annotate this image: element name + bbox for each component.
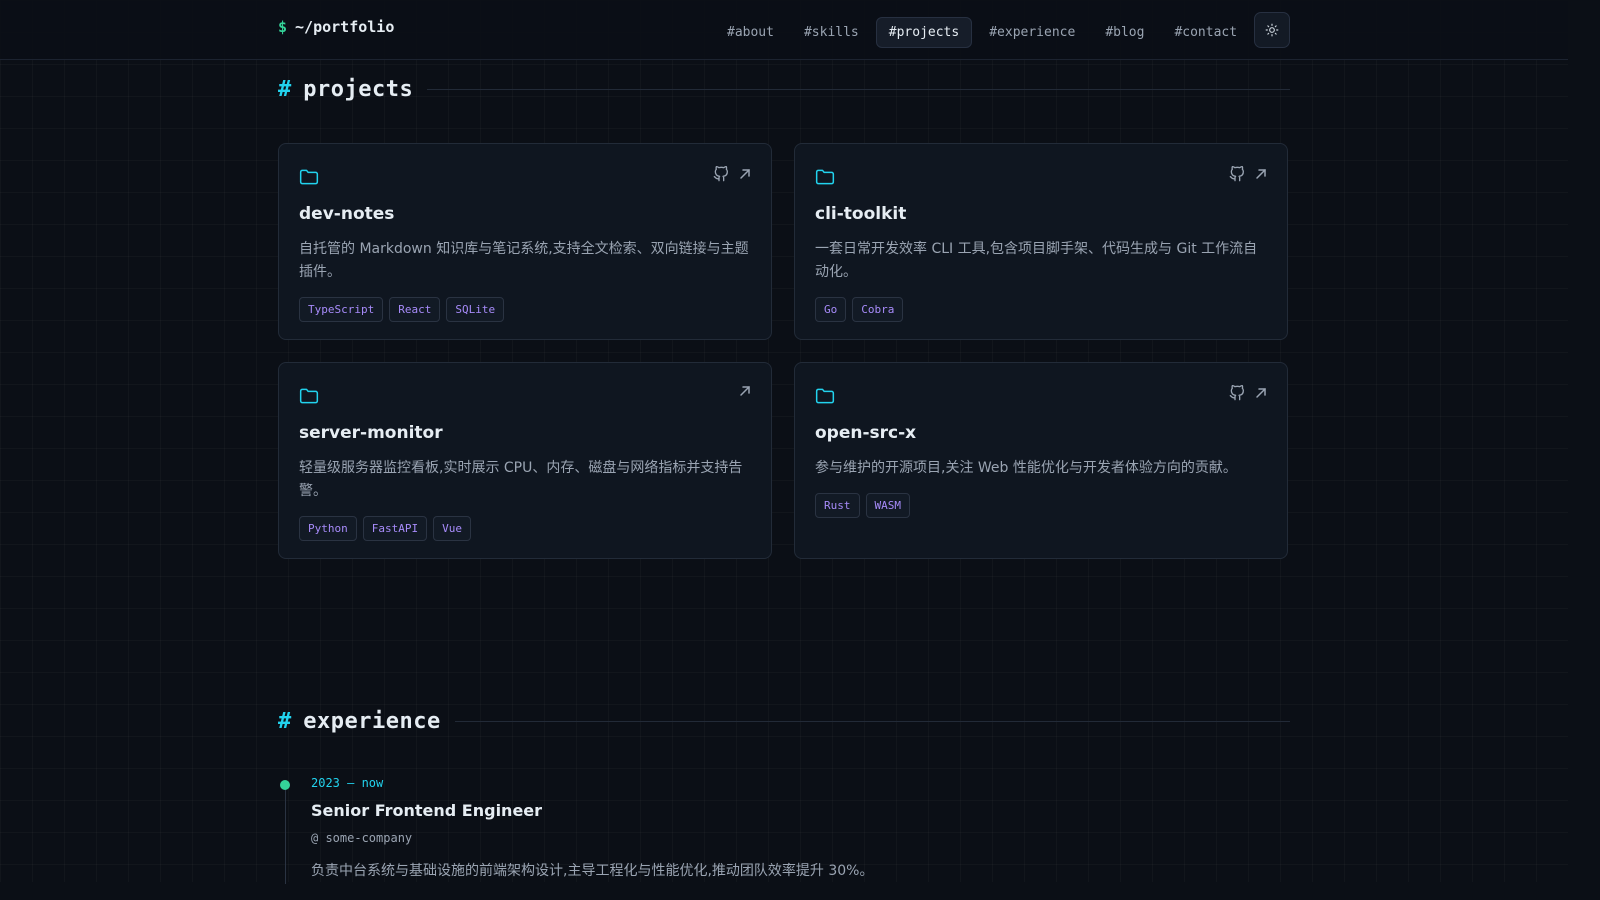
experience-period: 2023 — now [311,776,384,790]
nav-item-projects[interactable]: #projects [875,17,973,48]
project-description: 一套日常开发效率 CLI 工具,包含项目脚手架、代码生成与 Git 工作流自动化… [815,241,1258,280]
experience-heading: # experience [278,706,1290,736]
tech-tag: Vue [433,516,471,541]
projects-hash: # [278,76,292,102]
experience-company: @ some-company [311,831,413,845]
timeline-line [285,784,286,884]
nav-item-about[interactable]: #about [714,17,787,48]
external-link-icon[interactable] [1255,387,1267,399]
tag-list: Rust WASM [815,493,910,518]
projects-title: projects [303,76,414,102]
experience-title: experience [303,708,441,734]
sun-icon [1265,23,1279,37]
theme-toggle-button[interactable] [1254,12,1290,48]
folder-icon [299,168,319,190]
timeline-dot [280,780,290,790]
github-icon[interactable] [713,166,729,182]
tech-tag: Cobra [852,297,904,322]
experience-divider [454,720,1290,722]
tech-tag: TypeScript [299,297,384,322]
project-description: 参与维护的开源项目,关注 Web 性能优化与开发者体验方向的贡献。 [815,460,1237,476]
tag-list: Go Cobra [815,297,904,322]
project-name: cli-toolkit [815,204,907,224]
tech-tag: FastAPI [362,516,428,541]
projects-divider [427,88,1290,90]
experience-hash: # [278,708,292,734]
projects-heading: # projects [278,74,1290,104]
external-link-icon[interactable] [739,168,751,180]
top-navbar: $ ~/portfolio #about #skills #projects #e… [0,0,1568,60]
folder-icon [815,168,835,190]
tech-tag: Python [299,516,357,541]
project-name: server-monitor [299,423,443,443]
project-card-open-src-x[interactable]: open-src-x 参与维护的开源项目,关注 Web 性能优化与开发者体验方向… [794,362,1288,559]
tech-tag: SQLite [446,297,505,322]
github-icon[interactable] [1229,385,1245,401]
tech-tag: Rust [815,493,860,518]
tag-list: Python FastAPI Vue [299,516,471,541]
main-nav: #about #skills #projects #experience #bl… [714,17,1250,48]
site-logo[interactable]: $ ~/portfolio [278,18,394,36]
project-card-server-monitor[interactable]: server-monitor 轻量级服务器监控看板,实时展示 CPU、内存、磁盘… [278,362,772,559]
tag-list: TypeScript React SQLite [299,297,505,322]
tech-tag: Go [815,297,847,322]
experience-description: 负责中台系统与基础设施的前端架构设计,主导工程化与性能优化,推动团队效率提升 3… [311,863,874,879]
experience-role: Senior Frontend Engineer [311,801,543,820]
nav-item-blog[interactable]: #blog [1092,17,1157,48]
project-name: open-src-x [815,423,917,443]
folder-icon [299,387,319,409]
project-card-cli-toolkit[interactable]: cli-toolkit 一套日常开发效率 CLI 工具,包含项目脚手架、代码生成… [794,143,1288,340]
logo-prompt: $ [278,18,288,36]
project-card-dev-notes[interactable]: dev-notes 自托管的 Markdown 知识库与笔记系统,支持全文检索、… [278,143,772,340]
project-description: 自托管的 Markdown 知识库与笔记系统,支持全文检索、双向链接与主题插件。 [299,241,749,280]
nav-item-skills[interactable]: #skills [791,17,872,48]
project-name: dev-notes [299,204,395,224]
folder-icon [815,387,835,409]
tech-tag: WASM [865,493,910,518]
logo-text: ~/portfolio [295,18,395,36]
external-link-icon[interactable] [1255,168,1267,180]
nav-item-contact[interactable]: #contact [1161,17,1250,48]
github-icon[interactable] [1229,166,1245,182]
tech-tag: React [389,297,441,322]
nav-item-experience[interactable]: #experience [976,17,1088,48]
project-description: 轻量级服务器监控看板,实时展示 CPU、内存、磁盘与网络指标并支持告警。 [299,460,743,499]
external-link-icon[interactable] [739,385,751,397]
